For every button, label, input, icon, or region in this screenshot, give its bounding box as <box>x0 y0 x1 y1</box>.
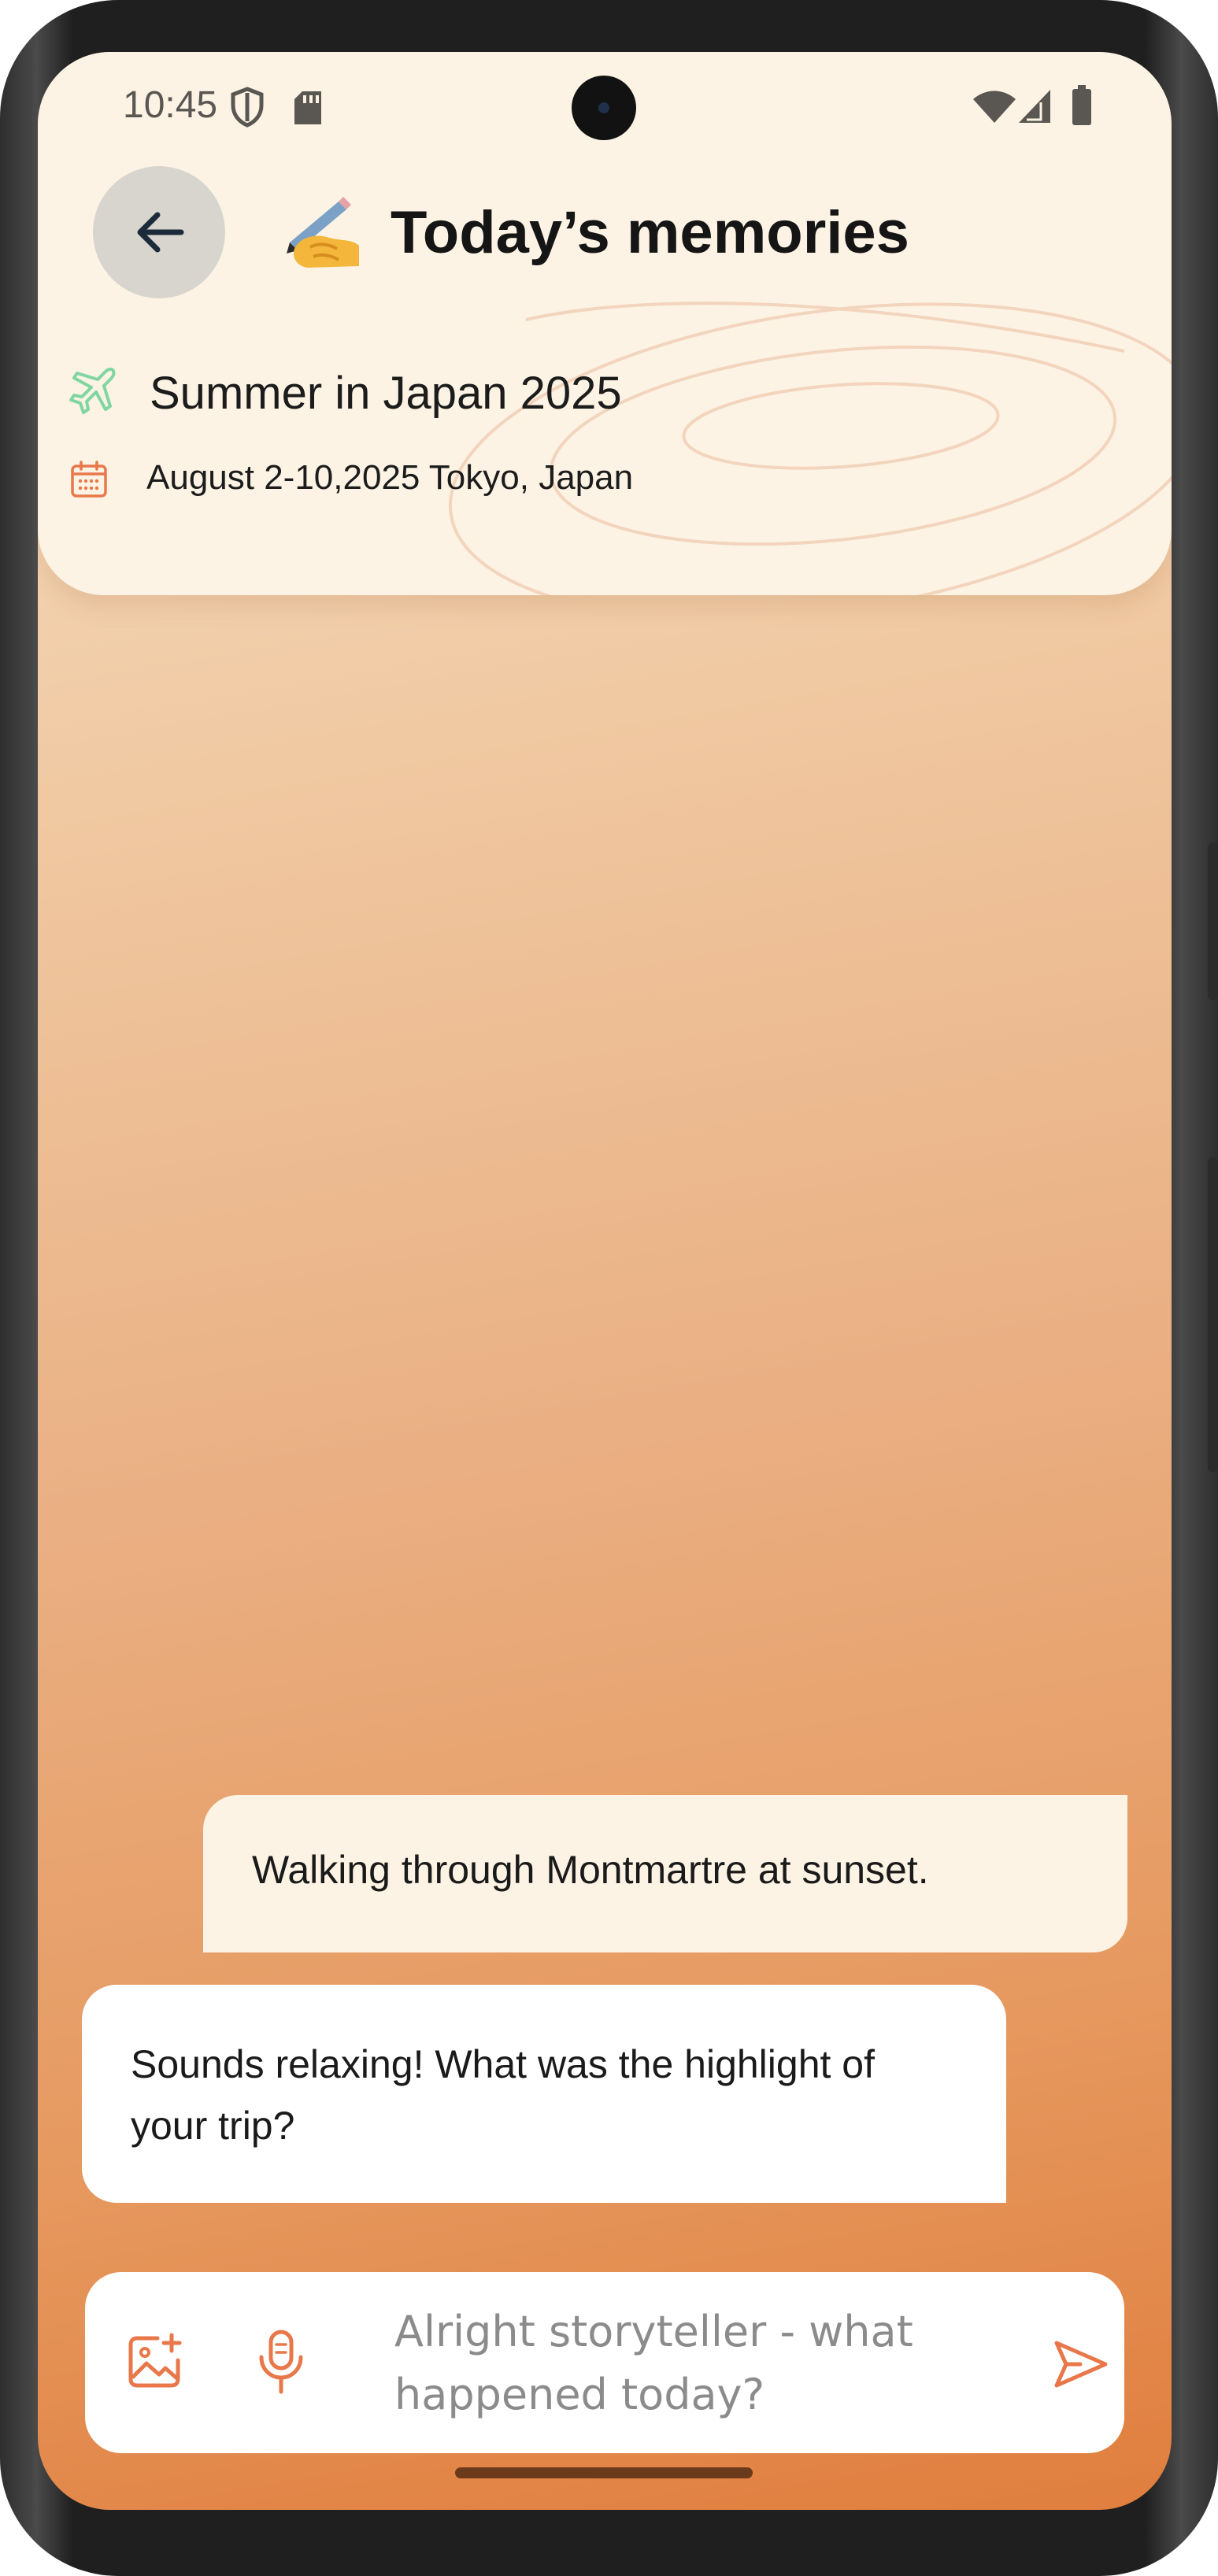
image-plus-icon[interactable] <box>124 2332 184 2392</box>
volume-button <box>1208 842 1218 1000</box>
screen: 10:45 Today’s memories Summer in Japan 2… <box>38 52 1172 2510</box>
microphone-icon[interactable] <box>255 2329 307 2395</box>
shield-icon <box>231 87 264 128</box>
message-composer <box>85 2272 1124 2453</box>
sd-card-icon <box>294 91 321 124</box>
status-bar: 10:45 <box>38 52 1172 162</box>
power-button <box>1208 1157 1218 1472</box>
airplane-icon <box>69 368 116 414</box>
battery-icon <box>1072 85 1091 125</box>
assistant-message-bubble: Sounds relaxing! What was the highlight … <box>82 1985 1006 2203</box>
writing-hand-emoji <box>287 197 359 268</box>
back-button[interactable] <box>93 166 225 298</box>
trip-name: Summer in Japan 2025 <box>150 368 622 419</box>
trip-date: August 2-10,2025 Tokyo, Japan <box>146 458 634 497</box>
page-title: Today’s memories <box>391 199 909 266</box>
message-input[interactable] <box>394 2300 1024 2426</box>
header-card: 10:45 Today’s memories Summer in Japan 2… <box>38 52 1172 595</box>
front-camera <box>572 76 636 140</box>
wifi-icon <box>973 91 1016 123</box>
signal-icon <box>1019 90 1050 123</box>
status-time: 10:45 <box>123 84 218 126</box>
calendar-icon <box>71 461 107 498</box>
arrow-left-icon <box>137 212 184 253</box>
home-indicator[interactable] <box>455 2467 753 2478</box>
send-icon[interactable] <box>1052 2338 1110 2390</box>
user-message-bubble: Walking through Montmartre at sunset. <box>203 1795 1127 1952</box>
